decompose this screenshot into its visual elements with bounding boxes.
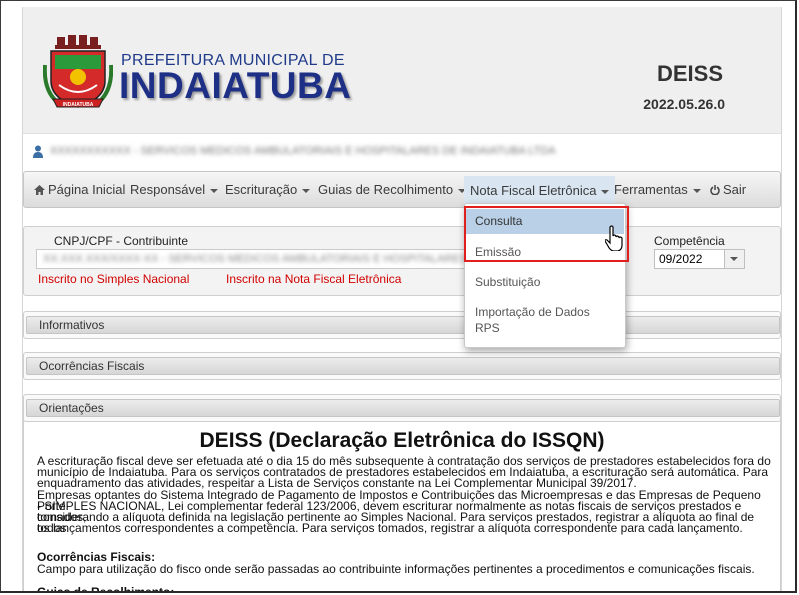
nav-home-label: Página Inicial bbox=[48, 182, 126, 197]
nav-nota-fiscal-label: Nota Fiscal Eletrônica bbox=[470, 183, 597, 198]
app-name: DEISS bbox=[656, 61, 723, 86]
nav-responsavel[interactable]: Responsável bbox=[130, 172, 219, 207]
contribuinte-label: CNPJ/CPF - Contribuinte bbox=[54, 234, 189, 248]
contribuinte-value: XX.XXX.XXX/XXXX-XX - SERVICOS MEDICOS AM… bbox=[43, 253, 468, 265]
nav-guias[interactable]: Guias de Recolhimento bbox=[318, 172, 467, 207]
section-informativos-label: Informativos bbox=[26, 316, 780, 334]
contribuinte-panel: CNPJ/CPF - Contribuinte XX.XXX.XXX/XXXX-… bbox=[23, 226, 781, 296]
section-orientacoes-label: Orientações bbox=[26, 399, 780, 417]
city-crest-icon: INDAIATUBA bbox=[43, 35, 113, 108]
menu-item-substituicao[interactable]: Substituição bbox=[466, 271, 624, 293]
nav-ferramentas-label: Ferramentas bbox=[614, 182, 688, 197]
svg-text:INDAIATUBA: INDAIATUBA bbox=[63, 102, 94, 108]
power-icon bbox=[710, 185, 720, 196]
nav-sair-label: Sair bbox=[723, 182, 747, 197]
chevron-down-icon bbox=[692, 188, 701, 193]
nav-responsavel-label: Responsável bbox=[130, 182, 206, 197]
section-ocorrencias[interactable]: Ocorrências Fiscais bbox=[23, 352, 781, 380]
orientacoes-title: DEISS (Declaração Eletrônica do ISSQN) bbox=[199, 429, 605, 452]
menu-item-importacao-rps[interactable]: Importação de Dados RPS bbox=[466, 299, 624, 339]
nav-escrituracao-label: Escrituração bbox=[225, 182, 298, 197]
user-icon bbox=[33, 145, 43, 158]
browser-frame: INDAIATUBA PREFEITURA MUNICIPAL DE INDAI… bbox=[0, 0, 797, 593]
page-header: INDAIATUBA PREFEITURA MUNICIPAL DE INDAI… bbox=[23, 7, 781, 134]
nav-nota-fiscal[interactable]: Nota Fiscal Eletrônica bbox=[464, 176, 616, 205]
section-informativos[interactable]: Informativos bbox=[23, 311, 781, 339]
nav-guias-label: Guias de Recolhimento bbox=[318, 182, 454, 197]
user-bar: XXXXXXXXXXX - SERVICOS MEDICOS AMBULATOR… bbox=[33, 145, 773, 159]
page-container: INDAIATUBA PREFEITURA MUNICIPAL DE INDAI… bbox=[22, 7, 782, 593]
nav-ferramentas[interactable]: Ferramentas bbox=[614, 172, 701, 207]
menu-item-rps-label: RPS bbox=[475, 321, 500, 335]
competencia-dropdown-button[interactable] bbox=[724, 250, 744, 268]
chevron-down-icon bbox=[601, 189, 610, 194]
app-version: 2022.05.26.0 bbox=[643, 96, 725, 112]
competencia-label: Competência bbox=[654, 234, 725, 248]
nfe-status: Inscrito na Nota Fiscal Eletrônica bbox=[226, 272, 402, 286]
simples-status: Inscrito no Simples Nacional bbox=[38, 272, 190, 286]
guias-heading: Guias de Recolhimento: bbox=[37, 585, 175, 593]
orientacoes-text: os lançamentos correspondentes a competê… bbox=[37, 521, 743, 535]
contribuinte-select[interactable]: XX.XXX.XXX/XXXX-XX - SERVICOS MEDICOS AM… bbox=[36, 249, 476, 269]
main-navbar: Página Inicial Responsável Escrituração … bbox=[23, 171, 781, 208]
org-name: INDAIATUBA bbox=[119, 65, 352, 106]
competencia-select[interactable]: 09/2022 bbox=[654, 249, 745, 269]
ocorrencias-text: Campo para utilização do fisco onde serã… bbox=[37, 562, 755, 576]
competencia-value: 09/2022 bbox=[659, 252, 703, 266]
hand-cursor-icon bbox=[605, 225, 623, 251]
nav-escrituracao[interactable]: Escrituração bbox=[225, 172, 311, 207]
nav-sair[interactable]: Sair bbox=[710, 172, 746, 207]
chevron-down-icon bbox=[302, 188, 311, 193]
section-ocorrencias-label: Ocorrências Fiscais bbox=[26, 357, 780, 375]
chevron-down-icon bbox=[210, 188, 219, 193]
nav-home[interactable]: Página Inicial bbox=[34, 172, 125, 207]
logged-user-name: XXXXXXXXXXX - SERVICOS MEDICOS AMBULATOR… bbox=[50, 145, 556, 157]
home-icon bbox=[34, 185, 45, 195]
chevron-down-icon bbox=[730, 257, 738, 261]
menu-item-importacao-label: Importação de Dados bbox=[475, 305, 590, 319]
